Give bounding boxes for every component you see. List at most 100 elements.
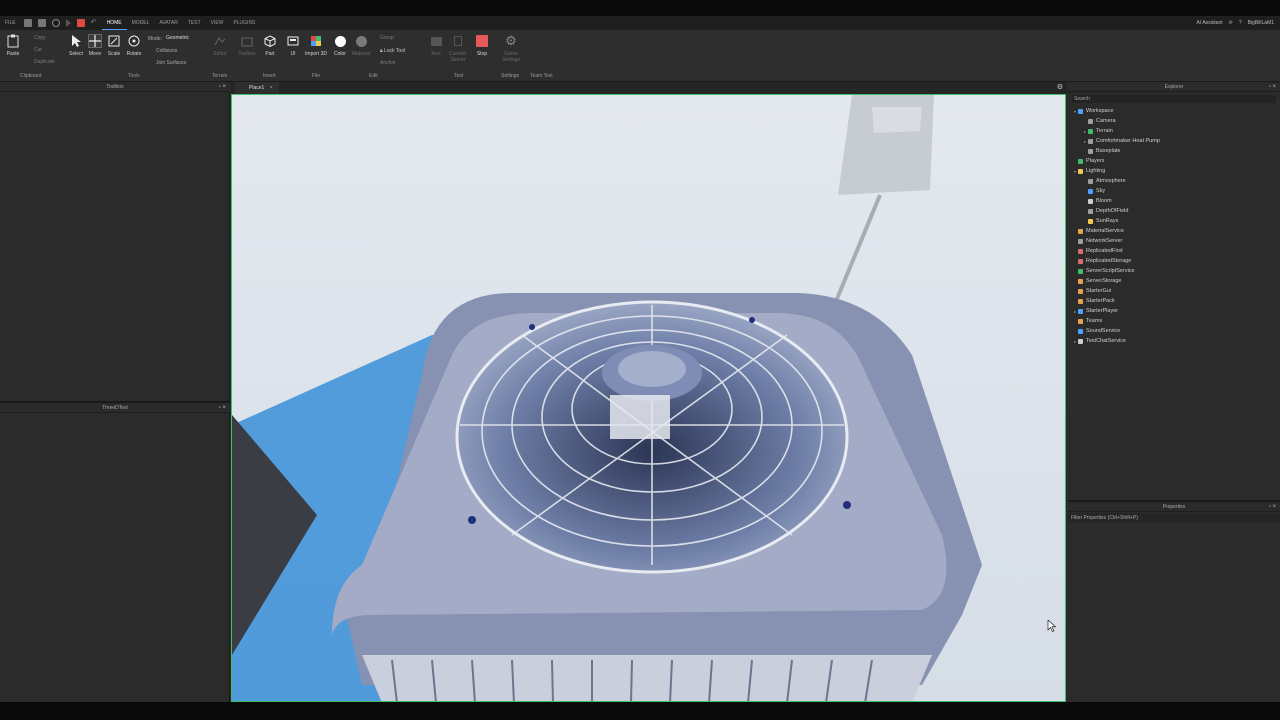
explorer-item-soundservice[interactable]: SoundService <box>1072 326 1278 336</box>
mouse-cursor-icon <box>1047 620 1057 632</box>
import-3d-button[interactable]: Import 3D <box>305 34 327 57</box>
explorer-search-input[interactable]: Search <box>1072 95 1276 103</box>
ui-label: UI <box>290 51 296 57</box>
close-icon[interactable]: ▫ × <box>219 403 226 413</box>
explorer-item-comfortmaker-heat-pump[interactable]: ▸ Comfortmaker Heat Pump <box>1072 136 1278 146</box>
undo-icon[interactable]: ↶ <box>91 19 99 27</box>
join-surfaces-toggle[interactable]: Join Surfaces <box>156 60 186 66</box>
explorer-item-textchatservice[interactable]: ▸ TextChatService <box>1072 336 1278 346</box>
explorer-item-networkserver[interactable]: NetworkServer <box>1072 236 1278 246</box>
stop-icon[interactable] <box>76 19 85 27</box>
instance-icon <box>1078 108 1083 114</box>
explorer-item-label: Baseplate <box>1096 148 1121 154</box>
group-edit: Edit <box>369 73 378 79</box>
explorer-item-players[interactable]: Players <box>1072 156 1278 166</box>
explorer-item-label: ReplicatedFirst <box>1086 248 1123 254</box>
material-button[interactable]: Material <box>350 34 372 57</box>
terrain-editor-button[interactable]: Editor <box>209 34 231 57</box>
play-icon[interactable] <box>65 19 71 27</box>
ui-button[interactable]: UI <box>282 34 304 57</box>
toolbox-button[interactable]: Toolbox <box>236 34 258 57</box>
menu-avatar[interactable]: AVATAR <box>154 16 183 30</box>
collisions-toggle[interactable]: Collisions <box>156 48 177 54</box>
properties-filter-input[interactable]: Filter Properties (Ctrl+Shift+P) <box>1068 513 1280 523</box>
refresh-icon[interactable] <box>51 19 60 27</box>
toolbox-panel-header: Toolbox ▫ × <box>0 82 230 92</box>
explorer-item-label: Camera <box>1096 118 1116 124</box>
stop-button[interactable]: Stop <box>471 34 493 57</box>
scale-icon <box>107 34 121 48</box>
explorer-item-serverscriptservice[interactable]: ServerScriptService <box>1072 266 1278 276</box>
explorer-item-camera[interactable]: Camera <box>1072 116 1278 126</box>
scale-tool[interactable]: Scale <box>103 34 125 57</box>
menu-test[interactable]: TEST <box>183 16 206 30</box>
close-icon[interactable]: × <box>270 85 273 91</box>
close-icon[interactable]: ▫ × <box>1269 82 1276 92</box>
cut-button[interactable]: Cut <box>34 47 42 53</box>
explorer-item-workspace[interactable]: ▾ Workspace <box>1072 106 1278 116</box>
menu-home[interactable]: HOME <box>101 16 127 30</box>
select-label: Select <box>69 51 83 57</box>
lock-tool-label: Lock Tool <box>384 48 406 54</box>
current-server-button[interactable]: Current: Server <box>447 34 469 63</box>
explorer-item-bloom[interactable]: Bloom <box>1072 196 1278 206</box>
mode-dropdown[interactable]: Geometric <box>166 35 189 41</box>
menu-plugins[interactable]: PLUGINS <box>228 16 260 30</box>
save-icon[interactable] <box>37 19 46 27</box>
explorer-item-sky[interactable]: Sky <box>1072 186 1278 196</box>
group-tools: Tools <box>128 73 140 79</box>
share-icon[interactable]: ⟳ <box>1229 20 1233 26</box>
tab-place1[interactable]: Place1 × <box>235 82 279 94</box>
paste-button[interactable]: Paste <box>2 34 24 57</box>
instance-icon <box>1088 188 1093 194</box>
ai-assistant-button[interactable]: AI Assistant <box>1196 20 1222 26</box>
explorer-item-materialservice[interactable]: MaterialService <box>1072 226 1278 236</box>
properties-title: Properties <box>1162 504 1186 510</box>
run-icon <box>429 34 443 48</box>
explorer-item-startergui[interactable]: StarterGui <box>1072 286 1278 296</box>
color-label: Color <box>334 51 346 57</box>
menu-model[interactable]: MODEL <box>127 16 155 30</box>
user-name[interactable]: BigBillLaM1 <box>1248 20 1274 26</box>
part-label: Part <box>265 51 275 57</box>
explorer-item-label: Sky <box>1096 188 1106 194</box>
explorer-item-starterplayer[interactable]: ▸ StarterPlayer <box>1072 306 1278 316</box>
explorer-item-replicatedfirst[interactable]: ReplicatedFirst <box>1072 246 1278 256</box>
top-menu-bar: FILE ↶ HOME MODEL AVATAR TEST VIEW PLUGI… <box>0 16 1280 30</box>
gear-icon[interactable]: ⚙ <box>1057 83 1063 91</box>
menu-file[interactable]: FILE <box>0 16 21 30</box>
new-file-icon[interactable] <box>23 19 32 27</box>
group-button[interactable]: Group <box>380 35 394 41</box>
game-settings-button[interactable]: ⚙ Game Settings <box>500 33 522 63</box>
part-button[interactable]: Part <box>259 34 281 57</box>
help-icon[interactable]: ? <box>1239 20 1242 26</box>
explorer-item-teams[interactable]: Teams <box>1072 316 1278 326</box>
editor-label: Editor <box>213 51 227 57</box>
rotate-tool[interactable]: Rotate <box>123 34 145 57</box>
duplicate-button[interactable]: Duplicate <box>34 59 55 65</box>
toolbox-icon <box>240 34 254 48</box>
lock-tool-button[interactable]: 🔒︎ Lock Tool <box>380 48 405 54</box>
toolbox-label: Toolbox <box>238 51 256 57</box>
copy-button[interactable]: Copy <box>34 35 46 41</box>
close-icon[interactable]: ▫ × <box>1269 502 1276 512</box>
anchor-button[interactable]: Anchor <box>380 60 396 66</box>
explorer-item-replicatedstorage[interactable]: ReplicatedStorage <box>1072 256 1278 266</box>
3d-viewport[interactable] <box>231 94 1066 702</box>
explorer-item-sunrays[interactable]: SunRays <box>1072 216 1278 226</box>
explorer-item-terrain[interactable]: ▸ Terrain <box>1072 126 1278 136</box>
explorer-item-lighting[interactable]: ▾ Lighting <box>1072 166 1278 176</box>
close-icon[interactable]: ▫ × <box>219 82 226 92</box>
explorer-item-atmosphere[interactable]: Atmosphere <box>1072 176 1278 186</box>
scale-label: Scale <box>107 51 121 57</box>
color-button[interactable]: Color <box>329 34 351 57</box>
explorer-item-baseplate[interactable]: Baseplate <box>1072 146 1278 156</box>
explorer-item-starterpack[interactable]: StarterPack <box>1072 296 1278 306</box>
explorer-item-serverstorage[interactable]: ServerStorage <box>1072 276 1278 286</box>
instance-icon <box>1088 208 1093 214</box>
run-button[interactable]: Run <box>425 34 447 57</box>
group-insert: Insert <box>263 73 276 79</box>
instance-icon <box>1078 228 1083 234</box>
menu-view[interactable]: VIEW <box>206 16 229 30</box>
explorer-item-depthoffield[interactable]: DepthOfField <box>1072 206 1278 216</box>
